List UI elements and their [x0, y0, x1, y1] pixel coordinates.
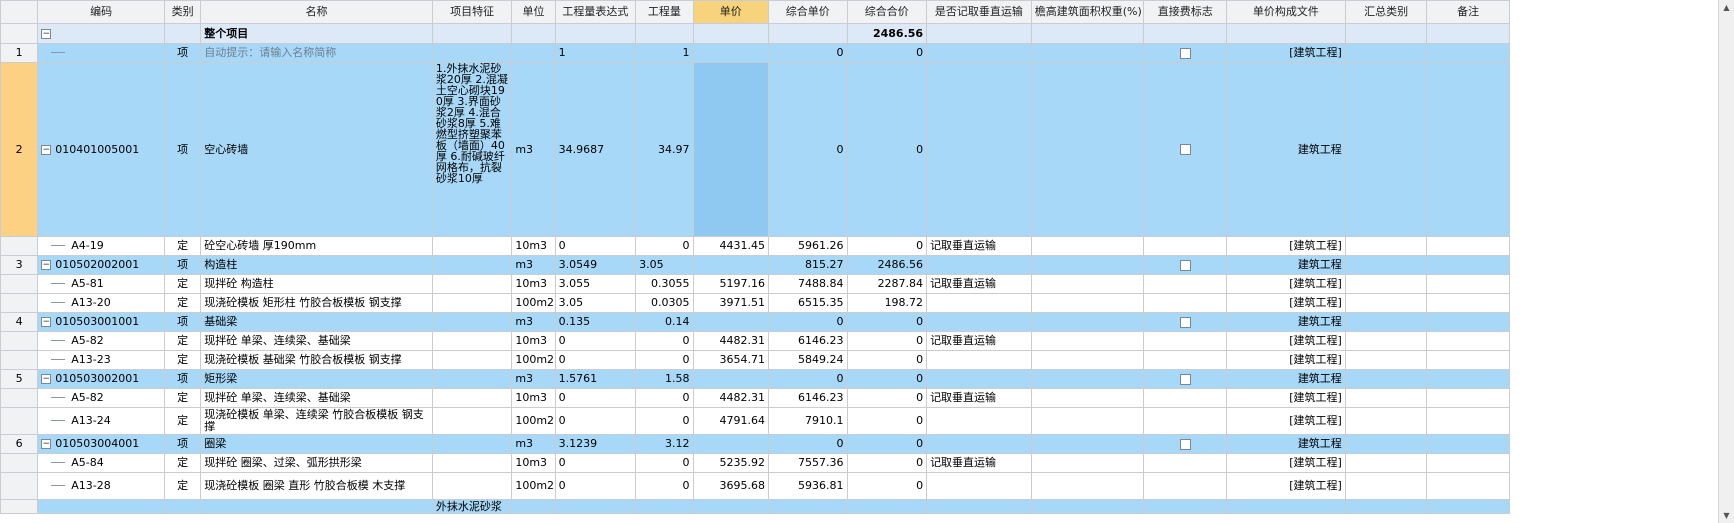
row-number[interactable]: 1: [0, 43, 39, 63]
direct-fee-checkbox[interactable]: [1179, 438, 1191, 450]
table-row[interactable]: 6 −010503004001 项 圈梁 m3 3.1239 3.12 0 0 …: [0, 434, 1510, 454]
name-input-hint[interactable]: 自动提示：请输入名称简称: [200, 43, 433, 63]
table-row[interactable]: A5-82 定 现拌砼 单梁、连续梁、基础梁 10m3 0 0 4482.31 …: [0, 388, 1510, 408]
collapse-toggle[interactable]: −: [41, 28, 52, 39]
col-header-price[interactable]: 单价: [692, 0, 770, 24]
table-row[interactable]: 2 −010401005001 项 空心砖墙 1.外抹水泥砂浆20厚 2.混凝土…: [0, 62, 1510, 237]
direct-fee-checkbox[interactable]: [1179, 47, 1191, 59]
item-feature[interactable]: 1.外抹水泥砂浆20厚 2.混凝土空心砌块190厚 3.界面砂浆2厚 4.混合砂…: [431, 62, 513, 237]
col-header-code[interactable]: 编码: [37, 0, 166, 24]
direct-fee-checkbox[interactable]: [1179, 259, 1191, 271]
row-number[interactable]: 4: [0, 312, 39, 332]
col-header-qty[interactable]: 工程量: [635, 0, 694, 24]
col-header-comp-total[interactable]: 综合合价: [846, 0, 928, 24]
collapse-toggle[interactable]: −: [41, 144, 52, 155]
direct-fee-checkbox[interactable]: [1179, 144, 1191, 155]
row-number[interactable]: 5: [0, 369, 39, 389]
corner-cell[interactable]: [0, 0, 39, 24]
bill-grid: 编码 类别 名称 项目特征 单位 工程量表达式 工程量 单价 综合单价 综合合价…: [0, 0, 1510, 514]
col-header-type[interactable]: 类别: [164, 0, 202, 24]
col-header-feature[interactable]: 项目特征: [431, 0, 513, 24]
col-header-unit[interactable]: 单位: [511, 0, 556, 24]
direct-fee-checkbox[interactable]: [1179, 373, 1191, 385]
col-header-direct[interactable]: 直接费标志: [1143, 0, 1228, 24]
col-header-summary[interactable]: 汇总类别: [1344, 0, 1428, 24]
vertical-scrollbar[interactable]: ▲ ▼: [1718, 0, 1734, 523]
col-header-price-file[interactable]: 单价构成文件: [1226, 0, 1346, 24]
table-row[interactable]: − 整个项目 2486.56: [0, 23, 1510, 44]
table-row[interactable]: A13-24 定 现浇砼模板 单梁、连续梁 竹胶合板模板 钢支撑 100m2 0…: [0, 407, 1510, 435]
table-row[interactable]: 4 −010503001001 项 基础梁 m3 0.135 0.14 0 0 …: [0, 312, 1510, 332]
price-cell-selected[interactable]: [692, 62, 770, 237]
col-header-comp-price[interactable]: 综合单价: [768, 0, 848, 24]
collapse-toggle[interactable]: −: [41, 439, 52, 449]
row-number[interactable]: 2: [0, 62, 39, 237]
table-row[interactable]: A13-23 定 现浇砼模板 基础梁 竹胶合板模板 钢支撑 100m2 0 0 …: [0, 350, 1510, 370]
collapse-toggle[interactable]: −: [41, 374, 52, 384]
table-row[interactable]: A13-28 定 现浇砼模板 圈梁 直形 竹胶合板模 木支撑 100m2 0 0…: [0, 472, 1510, 500]
table-row[interactable]: A13-20 定 现浇砼模板 矩形柱 竹胶合板模板 钢支撑 100m2 3.05…: [0, 293, 1510, 313]
table-row[interactable]: 1 项 自动提示：请输入名称简称 1 1 0 0 [建筑工程]: [0, 43, 1510, 63]
collapse-toggle[interactable]: −: [41, 317, 52, 327]
table-row[interactable]: A5-82 定 现拌砼 单梁、连续梁、基础梁 10m3 0 0 4482.31 …: [0, 331, 1510, 351]
project-name[interactable]: 整个项目: [200, 23, 433, 44]
scroll-down-icon[interactable]: ▼: [1721, 510, 1732, 521]
collapse-toggle[interactable]: −: [41, 260, 52, 270]
col-header-eaves[interactable]: 檐高建筑面积权重(%): [1030, 0, 1145, 24]
empty-grid-area: [1510, 0, 1718, 523]
row-number[interactable]: 3: [0, 255, 39, 275]
table-row[interactable]: A4-19 定 砼空心砖墙 厚190mm 10m3 0 0 4431.45 59…: [0, 236, 1510, 256]
table-row[interactable]: A5-81 定 现拌砼 构造柱 10m3 3.055 0.3055 5197.1…: [0, 274, 1510, 294]
direct-fee-checkbox[interactable]: [1179, 316, 1191, 328]
table-row[interactable]: 5 −010503002001 项 矩形梁 m3 1.5761 1.58 0 0…: [0, 369, 1510, 389]
header-row: 编码 类别 名称 项目特征 单位 工程量表达式 工程量 单价 综合单价 综合合价…: [0, 0, 1510, 24]
table-row[interactable]: A5-84 定 现拌砼 圈梁、过梁、弧形拱形梁 10m3 0 0 5235.92…: [0, 453, 1510, 473]
col-header-name[interactable]: 名称: [200, 0, 433, 24]
table-row[interactable]: 3 −010502002001 项 构造柱 m3 3.0549 3.05 815…: [0, 255, 1510, 275]
col-header-expr[interactable]: 工程量表达式: [554, 0, 637, 24]
scroll-up-icon[interactable]: ▲: [1721, 2, 1732, 13]
col-header-remark[interactable]: 备注: [1426, 0, 1510, 24]
project-total[interactable]: 2486.56: [846, 23, 928, 44]
row-number[interactable]: 6: [0, 434, 39, 454]
col-header-vertical[interactable]: 是否记取垂直运输: [926, 0, 1032, 24]
table-row[interactable]: 外抹水泥砂浆: [0, 499, 1510, 514]
